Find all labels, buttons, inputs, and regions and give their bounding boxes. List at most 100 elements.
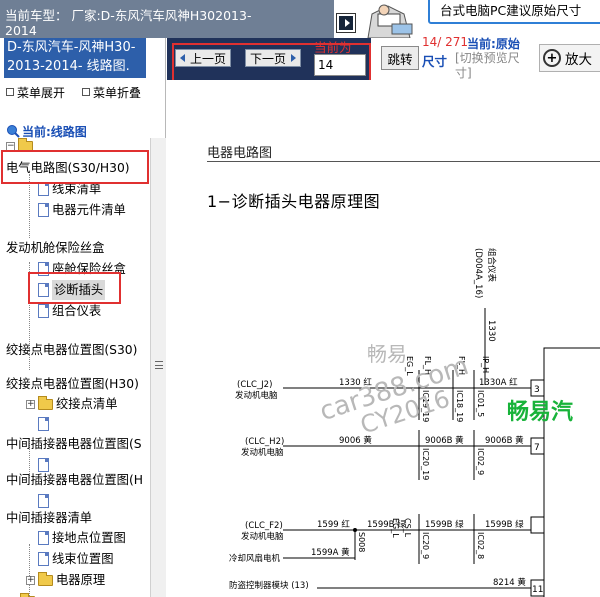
- wire-label: 1599 红: [317, 519, 350, 530]
- document-icon: [38, 552, 49, 566]
- left-panel: D-东风汽车-风神H30- 2013-2014- 线路图. 菜单展开 菜单折叠 …: [0, 38, 166, 597]
- model-header-line2: 2013-2014- 线路图.: [7, 59, 130, 74]
- location-icon: [7, 125, 20, 138]
- tree-item-doc[interactable]: [38, 414, 49, 434]
- connector-block: [543, 347, 600, 597]
- tree-item-label: 中间插接器电器位置图(S: [6, 437, 142, 451]
- car-title-line2: 2014: [5, 23, 37, 38]
- pin-number: 11: [532, 585, 543, 595]
- tree-item-label: 中间插接器电器位置图(H: [6, 473, 144, 487]
- expand-menu-label: 菜单展开: [17, 85, 66, 100]
- switch-preview-link[interactable]: [切换预览尺寸]: [455, 51, 533, 81]
- tree-item-label: 线束位置图: [52, 552, 114, 566]
- expand-menu-link[interactable]: 菜单展开: [6, 84, 65, 100]
- plus-icon: +: [26, 398, 35, 409]
- tree-item-connector-location-s[interactable]: 中间插接器电器位置图(S: [6, 434, 142, 454]
- wiring-document: 电器电路图 1−诊断插头电器原理图 3 7 11 组合仪表 (D004A_16)…: [167, 80, 600, 597]
- scrollbar-thumb[interactable]: [152, 138, 165, 597]
- highlight-box: [28, 272, 121, 304]
- splice-label: IC01_5: [476, 390, 485, 417]
- connector-code: (CLC_F2): [245, 521, 283, 531]
- document-icon: [38, 304, 49, 318]
- pin-box: [530, 516, 545, 534]
- current-mode: 当前:原始: [467, 35, 520, 52]
- square-icon: [82, 88, 90, 96]
- highlight-box: [1, 150, 149, 184]
- toolbar: 上一页 下一页 当前为 跳转 14/ 271 当前:原始 尺寸 [切换预览尺寸]…: [167, 35, 600, 92]
- splice-label: FL_H: [457, 356, 466, 375]
- tree-item-label: 组合仪表: [52, 304, 102, 318]
- grip-icon: [155, 361, 163, 369]
- tree-item-label: 中间插接器清单: [6, 511, 93, 525]
- wire-label: 1330 红: [339, 377, 372, 388]
- tree-item-connector-list[interactable]: 中间插接器清单: [6, 508, 92, 528]
- jump-button[interactable]: 跳转: [381, 46, 419, 70]
- wire-label: 1330A 红: [479, 377, 518, 388]
- wire-label: 1599A 黄: [311, 547, 350, 558]
- splice-label: IP_H: [481, 356, 490, 373]
- tree-item-label: 绞接点电器位置图(H30): [6, 377, 139, 391]
- splice-label: IC18_19: [455, 390, 464, 422]
- tree-item-harness-location[interactable]: 线束位置图: [38, 549, 114, 569]
- splice-label: IC20_9: [421, 532, 430, 559]
- tree-item-ground-location[interactable]: 接地点位置图: [38, 528, 126, 548]
- size-label: 尺寸: [422, 54, 448, 69]
- document-icon: [38, 494, 49, 508]
- connector-code: (CLC_J2): [237, 380, 272, 390]
- combo-meter-label: 组合仪表: [486, 248, 497, 283]
- document-icon: [38, 417, 49, 431]
- tree-item-electrical-principle[interactable]: + 电器原理: [26, 570, 105, 590]
- nav-tree: − 电气电路图(S30/H30) 线束清单 电器元件清单 发动机舱保险丝盒 座舱…: [0, 138, 150, 597]
- current-location-label: 当前:线路图: [22, 124, 87, 139]
- folder-icon: [38, 395, 53, 410]
- tree-item-splice-location-s30[interactable]: 绞接点电器位置图(S30): [6, 340, 137, 360]
- current-mode-label: 当前:: [467, 37, 496, 51]
- tree-item-label: 发动机舱保险丝盒: [6, 241, 105, 255]
- toggle-panel-button[interactable]: [336, 13, 356, 33]
- collapse-menu-link[interactable]: 菜单折叠: [82, 84, 141, 100]
- connector-code: (CLC_H2): [245, 437, 284, 447]
- tree-item-label: 接地点位置图: [52, 531, 126, 545]
- zoom-plus-icon: +: [543, 49, 561, 67]
- combo-meter-code: (D004A_16): [473, 248, 483, 298]
- tree-item-label: 电器元件清单: [52, 203, 126, 217]
- tree-item-connector-location-h[interactable]: 中间插接器电器位置图(H: [6, 470, 143, 490]
- wire-label: 1330: [486, 320, 496, 342]
- tree-item-component-list[interactable]: 电器元件清单: [38, 200, 126, 220]
- document-icon: [38, 203, 49, 217]
- top-bar: 当前车型： 厂家:D-东风汽车风神H302013- 2014 台式电脑PC建议原…: [0, 0, 600, 38]
- zoom-label: 放大: [565, 52, 592, 68]
- wiring-diagram: 3 7 11 组合仪表 (D004A_16) 1330 (CLC_J2) 发动机…: [229, 248, 600, 597]
- tree-item-label: 绞接点清单: [56, 397, 118, 411]
- wire-label: 1599B 绿: [425, 519, 464, 530]
- component-label: 发动机电脑: [235, 390, 278, 401]
- page-count: 14/ 271: [422, 35, 469, 49]
- tree-scrollbar[interactable]: [150, 138, 166, 597]
- zoom-in-button[interactable]: + 放大: [539, 44, 600, 72]
- tree-item-splice-list[interactable]: + 绞接点清单: [26, 394, 118, 414]
- tree-item-engine-fuse-box[interactable]: 发动机舱保险丝盒: [6, 238, 104, 258]
- car-model-title: 当前车型： 厂家:D-东风汽车风神H302013- 2014: [0, 0, 334, 38]
- arrow-right-icon: [339, 16, 353, 30]
- tree-item-label: 绞接点电器位置图(S30): [6, 343, 138, 357]
- splice-label: CS_L: [403, 518, 412, 538]
- splice-label: S008: [357, 532, 366, 552]
- wire-label: 9006 黄: [339, 435, 372, 446]
- wire-label: 9006B 黄: [425, 435, 464, 446]
- splice-label: IC02_9: [476, 448, 485, 475]
- document-icon: [38, 531, 49, 545]
- original-mode-label: 原始: [495, 37, 520, 51]
- wire-label: 8214 黄: [493, 577, 526, 588]
- pin-number: 7: [534, 443, 540, 453]
- tree-item-splice-location-h30[interactable]: 绞接点电器位置图(H30): [6, 374, 139, 394]
- collapse-menu-label: 菜单折叠: [93, 85, 142, 100]
- model-header: D-东风汽车-风神H30- 2013-2014- 线路图.: [4, 38, 146, 78]
- tree-item-folder[interactable]: +: [8, 591, 35, 597]
- splice-dot: [353, 528, 357, 532]
- splice-label: IC19_19: [421, 390, 430, 422]
- splice-label: IC02_8: [476, 532, 485, 559]
- splice-label: EG_L: [405, 356, 414, 376]
- plus-icon: +: [26, 574, 35, 585]
- tree-item-instrument-cluster[interactable]: 组合仪表: [38, 301, 101, 321]
- component-label: 冷却风扇电机: [229, 553, 281, 564]
